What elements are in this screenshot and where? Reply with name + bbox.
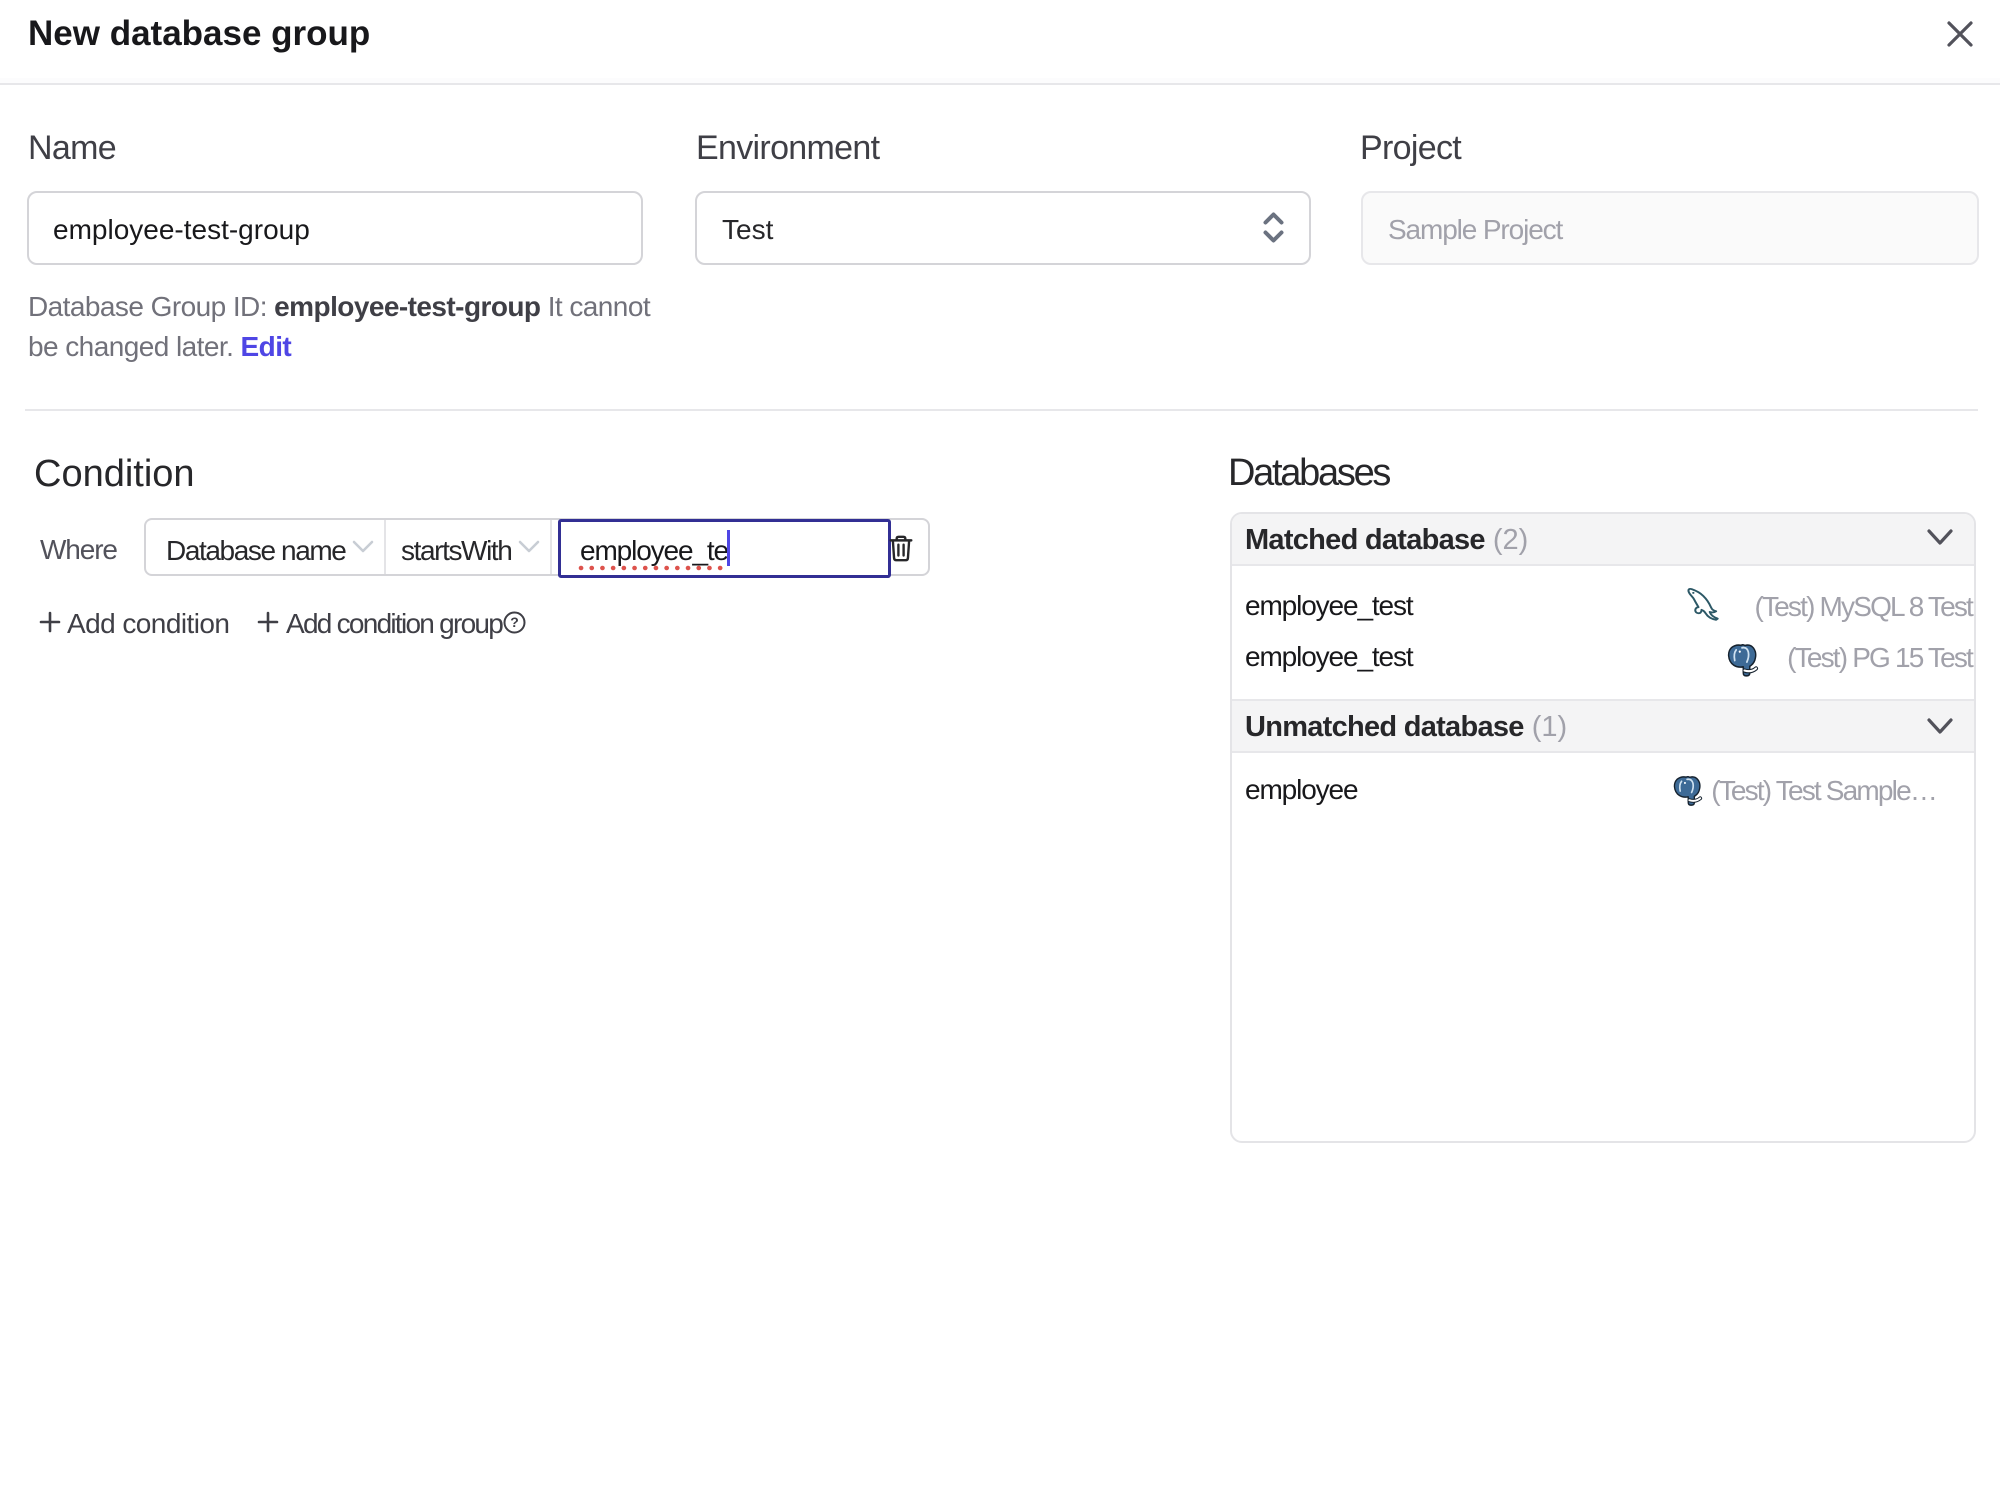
svg-text:?: ? xyxy=(510,614,519,630)
